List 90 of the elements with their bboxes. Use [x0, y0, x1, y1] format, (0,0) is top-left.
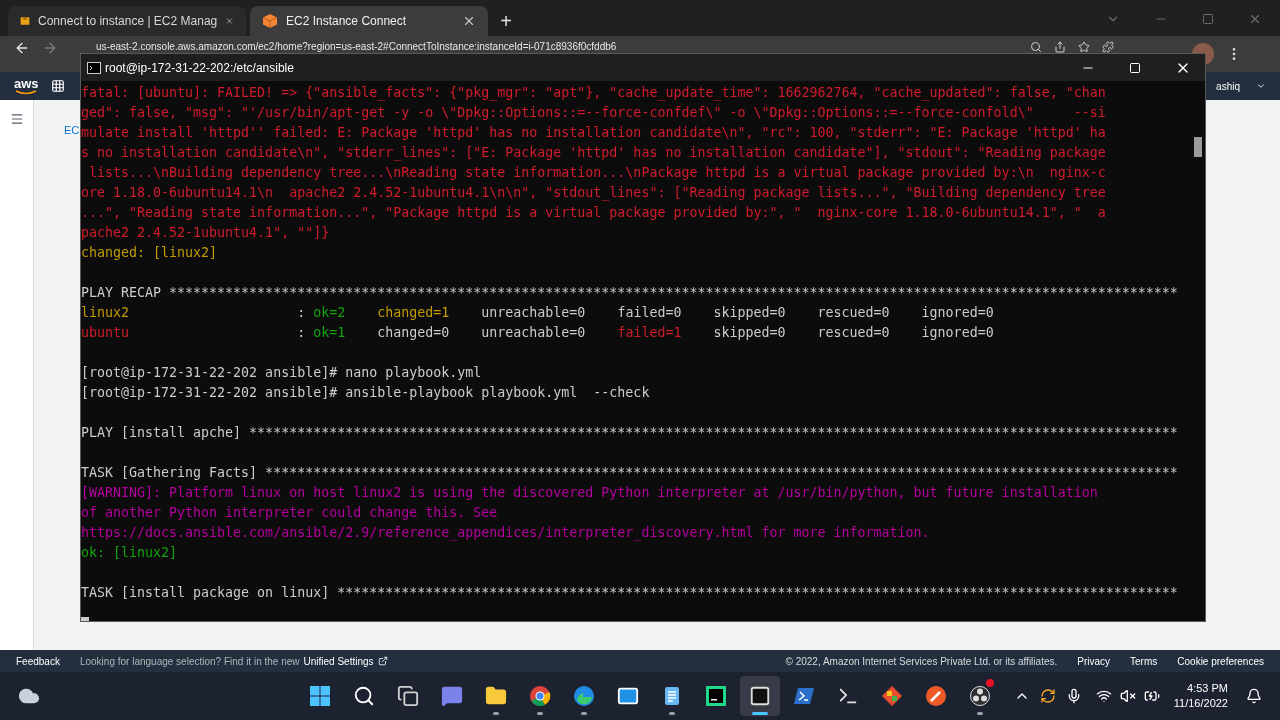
- running-indicator: [493, 712, 499, 715]
- terminal-text: PLAY [install apche] ********************************************************************************************************************: [81, 425, 1178, 440]
- caret-icon: [1256, 81, 1266, 91]
- notification-icon[interactable]: [1246, 688, 1262, 704]
- forward-icon[interactable]: [42, 40, 58, 56]
- terminal-text: [WARNING]: Platform linux on host linux2 is using the discovered Python interpreter at /usr/bin/python, but future installation: [81, 485, 1098, 500]
- services-grid-icon[interactable]: [50, 79, 65, 93]
- terminal-text: linux2: [81, 305, 130, 320]
- close-icon[interactable]: [462, 14, 476, 28]
- terminal-text: mulate install 'httpd'' failed: E: Package 'httpd' has no installation candidate\n", "rc": 100, "stderr": "E: Package 'httpd' ha: [81, 125, 1106, 140]
- terminal-text: ok=1: [313, 325, 346, 340]
- address-text: us-east-2.console.aws.amazon.com/ec2/home?region=us-east-2#ConnectToInstance:instanceId=i-071c8936f0cfddb6: [96, 42, 618, 52]
- window-title: root@ip-172-31-22-202:/etc/ansible: [105, 59, 294, 77]
- console-icon: [87, 61, 101, 74]
- wifi-icon[interactable]: [1095, 688, 1112, 704]
- footer-link[interactable]: Terms: [1130, 653, 1158, 669]
- new-tab-button[interactable]: +: [492, 6, 520, 36]
- terminal-text: ged": false, "msg": "'/usr/bin/apt-get -y -o \"Dpkg::Options::=--force-confdef\" -o \"Dpkg::Options::=--force-confold\" --si: [81, 105, 1106, 120]
- maximize-icon[interactable]: [1129, 61, 1141, 74]
- terminal-text: ore 1.18.0-6ubuntu14.1\n apache2 2.4.52-1ubuntu4.1\n\n", "stdout_lines": ["Reading package lists...", "Building dependency tree: [81, 185, 1106, 200]
- browser-tab[interactable]: Connect to instance | EC2 Manag: [8, 6, 246, 36]
- terminal-text: TASK [Gathering Facts] ******************************************************************************************************************: [81, 465, 1178, 480]
- terminal-text: failed=1: [617, 325, 682, 340]
- clock-time: 4:53 PM: [1187, 681, 1228, 696]
- windows-icon[interactable]: [309, 685, 331, 707]
- back-icon[interactable]: [14, 40, 30, 56]
- clock-date: 11/16/2022: [1173, 696, 1228, 711]
- battery-icon[interactable]: [1143, 688, 1160, 704]
- running-indicator: [537, 712, 543, 715]
- chrome-icon[interactable]: [529, 685, 551, 707]
- terminal-text: :: [296, 325, 307, 340]
- terminal-text: ok=2: [313, 305, 346, 320]
- extension-icon[interactable]: [1102, 41, 1114, 53]
- terminal-text: ok: [linux2]: [81, 545, 178, 560]
- footer-link[interactable]: Privacy: [1077, 653, 1111, 669]
- share-icon[interactable]: [1054, 41, 1066, 53]
- terminal-text: s no installation candidate\n", "stderr_lines": ["E: Package 'httpd' has no installation candidate"], "stdout": "Reading package: [81, 145, 1106, 160]
- muted-speaker-icon[interactable]: [1119, 688, 1136, 704]
- chat-icon[interactable]: [441, 685, 463, 707]
- terminal-text: ...", "Reading state information...", "Package httpd is a virtual package provided by:", " nginx-core 1.18.0-6ubuntu14.1", " a: [81, 205, 1106, 220]
- terminal-text: changed=0 unreachable=0: [376, 325, 587, 340]
- cube-icon: [262, 13, 278, 29]
- task-view-icon[interactable]: [397, 685, 419, 707]
- restore-icon[interactable]: [1202, 13, 1214, 25]
- address-bar[interactable]: us-east-2.console.aws.amazon.com/ec2/home?region=us-east-2#ConnectToInstance:instanceId=i-071c8936f0cfddb6: [80, 40, 1130, 54]
- footer-link[interactable]: Cookie preferences: [1177, 653, 1264, 669]
- terminal-text: PLAY RECAP ******************************************************************************************************************************: [81, 285, 1178, 300]
- menu-icon[interactable]: [10, 112, 24, 126]
- terminal-text: [root@ip-172-31-22-202 ansible]# nano playbook.yml: [81, 365, 482, 380]
- unified-settings-link[interactable]: Unified Settings: [303, 653, 374, 669]
- running-indicator: [977, 712, 983, 715]
- terminal-text: pache2 2.4.52-1ubuntu4.1", ""]}: [81, 225, 330, 240]
- folder-icon[interactable]: [485, 685, 507, 707]
- terminal-text: https://docs.ansible.com/ansible/2.9/reference_appendices/interpreter_discovery.html for more information.: [81, 525, 930, 540]
- terminal-text: :: [296, 305, 307, 320]
- breadcrumb-link[interactable]: EC: [64, 122, 80, 136]
- notice-text: Looking for language selection? Find it in the new: [79, 654, 300, 669]
- copyright-text: © 2022, Amazon Internet Services Private Ltd. or its affiliates.: [785, 654, 1058, 669]
- terminal-text: ubuntu: [81, 325, 130, 340]
- tab-title: EC2 Instance Connect: [286, 13, 408, 30]
- terminal-text: TASK [install package on linux] *********************************************************************************************************: [81, 585, 1178, 600]
- console-icon[interactable]: [749, 685, 771, 707]
- star-icon[interactable]: [1078, 41, 1090, 53]
- terminal-text: changed: [linux2]: [81, 245, 218, 260]
- smile-icon: [15, 90, 38, 95]
- feedback-link[interactable]: Feedback: [16, 653, 60, 669]
- running-indicator: [752, 712, 768, 715]
- search-icon[interactable]: [353, 685, 375, 707]
- taskbar-button[interactable]: [740, 676, 780, 716]
- tab-title: Connect to instance | EC2 Manag: [38, 13, 218, 30]
- terminal-text: fatal: [ubuntu]: FAILED! => {"ansible_facts": {"pkg_mgr": "apt"}, "cache_update_time": 1662962764, "cache_updated": false, "chan: [81, 85, 1106, 100]
- sync-icon[interactable]: [1039, 688, 1056, 704]
- terminal-text: [root@ip-172-31-22-202 ansible]# ansible-playbook playbook.yml --check: [81, 385, 650, 400]
- terminal-text: of another Python interpreter could change this. See: [81, 505, 498, 520]
- pen-icon[interactable]: [925, 685, 947, 707]
- browser-tab[interactable]: EC2 Instance Connect: [250, 6, 488, 36]
- running-indicator: [669, 712, 675, 715]
- text-cursor: [81, 617, 89, 621]
- clock[interactable]: 4:53 PM 11/16/2022: [1173, 681, 1228, 711]
- powershell-icon[interactable]: [793, 685, 815, 707]
- account-menu[interactable]: ashiq: [1216, 78, 1240, 94]
- terminal-text: unreachable=0 failed=0 skipped=0 rescued=0 ignored=0: [480, 305, 994, 320]
- terminal-text: skipped=0 rescued=0 ignored=0: [712, 325, 994, 340]
- mail-icon[interactable]: [617, 685, 639, 707]
- external-link-icon: [377, 656, 388, 666]
- scrollbar-thumb[interactable]: [1194, 137, 1202, 157]
- terminal-text: lists...\nBuilding dependency tree...\nReading state information...\nPackage httpd is a virtual package provided by:\n nginx-c: [88, 165, 1106, 180]
- running-indicator: [581, 712, 587, 715]
- aws-logo[interactable]: aws: [14, 77, 39, 90]
- terminal-text: changed=1: [376, 305, 450, 320]
